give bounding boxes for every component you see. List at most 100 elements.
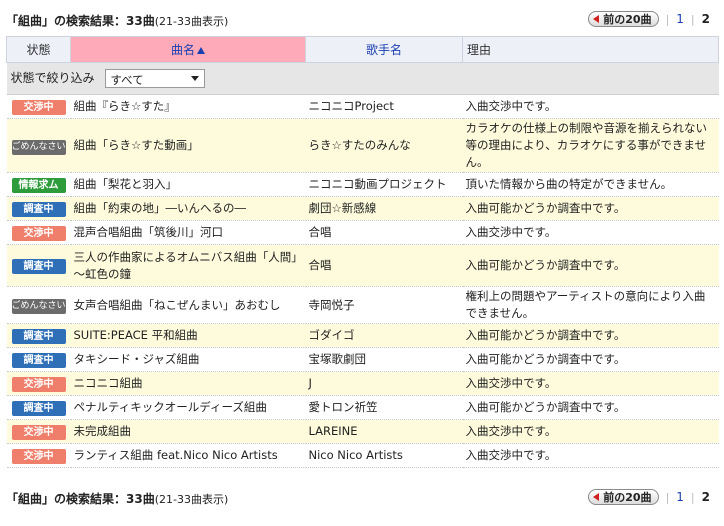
artist-cell: Nico Nico Artists [305,443,463,468]
reason-cell: 入曲可能かどうか調査中です。 [462,323,719,348]
pager-divider: | [665,12,670,26]
status-cell: 交渉中 [6,371,71,396]
filter-cell: 状態で絞り込み すべて [6,62,719,95]
status-cell: 調査中 [6,395,71,420]
status-cell: ごめんなさい [6,286,71,324]
table-row: ごめんなさい 女声合唱組曲「ねこぜんまい」あおむし 寺岡悦子 権利上の問題やアーティス… [6,286,719,324]
results-body: 交渉中 組曲『らき☆すた』 ニコニコProject 入曲交渉中です。 ごめんなさい 組曲「… [6,94,719,468]
status-filter-value: すべて [110,73,144,87]
prev-page-label: 前の20曲 [603,491,652,504]
prev-page-button[interactable]: 前の20曲 [588,11,659,27]
artist-cell: 合唱 [305,220,463,245]
artist-cell: J [305,371,463,396]
reason-cell: 入曲交渉中です。 [462,371,719,396]
table-row: 交渉中 未完成組曲 LAREINE 入曲交渉中です。 [6,419,719,444]
artist-cell: ニコニコ動画プロジェクト [305,172,463,197]
song-title-cell: 組曲「梨花と羽入」 [70,172,306,197]
reason-cell: 入曲可能かどうか調査中です。 [462,196,719,221]
status-badge: 調査中 [11,259,66,274]
column-header-artist-sort[interactable]: 歌手名 [305,36,463,63]
status-cell: 交渉中 [6,443,71,468]
results-table: 状態 曲名 歌手名 理由 状態で絞り込み すべて 交渉中 組曲『らき☆すた』 ニコニ… [6,36,719,468]
table-row: 調査中 組曲「約束の地」―いんへるの― 劇団☆新感線 入曲可能かどうか調査中です。 [6,196,719,221]
status-badge: 交渉中 [11,449,66,464]
status-cell: 調査中 [6,347,71,372]
chevron-down-icon [191,76,200,81]
reason-cell: 頂いた情報から曲の特定ができません。 [462,172,719,197]
song-title-cell: 三人の作曲家によるオムニバス組曲「人間」～虹色の鐘 [70,244,306,287]
reason-cell: 入曲交渉中です。 [462,419,719,444]
status-cell: 調査中 [6,323,71,348]
page-1-link[interactable]: 1 [676,490,684,504]
reason-cell: 入曲可能かどうか調査中です。 [462,395,719,420]
reason-cell: 入曲可能かどうか調査中です。 [462,244,719,287]
song-title-cell: 混声合唱組曲「筑後川」河口 [70,220,306,245]
reason-cell: カラオケの仕様上の制限や音源を揃えられない等の理由により、カラオケにする事ができ… [462,118,719,173]
status-badge: 交渉中 [11,425,66,440]
status-badge: 情報求ム [11,178,66,193]
artist-cell: 宝塚歌劇団 [305,347,463,372]
status-cell: 交渉中 [6,419,71,444]
table-row: ごめんなさい 組曲「らき☆すた動画」 らき☆すたのみんな カラオケの仕様上の制限や音源… [6,118,719,173]
status-cell: ごめんなさい [6,118,71,173]
status-cell: 情報求ム [6,172,71,197]
arrow-left-icon [593,15,600,23]
prev-page-button[interactable]: 前の20曲 [588,489,659,505]
status-cell: 交渉中 [6,220,71,245]
pager-divider: | [665,490,670,504]
filter-label: 状態で絞り込み [10,71,95,85]
song-title-cell: ペナルティキックオールディーズ組曲 [70,395,306,420]
status-badge: ごめんなさい [11,299,66,314]
artist-cell: 合唱 [305,244,463,287]
reason-cell: 入曲交渉中です。 [462,220,719,245]
table-row: 調査中 ペナルティキックオールディーズ組曲 愛トロン祈笠 入曲可能かどうか調査中です。 [6,395,719,420]
table-row: 交渉中 ニコニコ組曲 J 入曲交渉中です。 [6,371,719,396]
table-row: 調査中 タキシード・ジャズ組曲 宝塚歌劇団 入曲可能かどうか調査中です。 [6,347,719,372]
reason-cell: 権利上の問題やアーティストの意向により入曲できません。 [462,286,719,324]
table-row: 情報求ム 組曲「梨花と羽入」 ニコニコ動画プロジェクト 頂いた情報から曲の特定ができま… [6,172,719,197]
status-filter-select[interactable]: すべて [105,69,206,88]
song-title-cell: SUITE:PEACE 平和組曲 [70,323,306,348]
artist-cell: 愛トロン祈笠 [305,395,463,420]
status-badge: 交渉中 [11,377,66,392]
column-header-reason: 理由 [462,36,719,63]
artist-cell: らき☆すたのみんな [305,118,463,173]
table-row: 調査中 三人の作曲家によるオムニバス組曲「人間」～虹色の鐘 合唱 入曲可能かどうか調査… [6,244,719,287]
song-title-cell: 組曲「約束の地」―いんへるの― [70,196,306,221]
song-title-cell: タキシード・ジャズ組曲 [70,347,306,372]
status-badge: 調査中 [11,353,66,368]
results-count-text: 「組曲」の検索結果：33曲 [6,492,155,506]
reason-cell: 入曲可能かどうか調査中です。 [462,347,719,372]
status-cell: 調査中 [6,196,71,221]
artist-cell: ゴダイゴ [305,323,463,348]
artist-cell: ニコニコProject [305,94,463,119]
status-badge: 交渉中 [11,226,66,241]
reason-cell: 入曲交渉中です。 [462,443,719,468]
table-row: 交渉中 組曲『らき☆すた』 ニコニコProject 入曲交渉中です。 [6,94,719,119]
song-title-cell: 組曲『らき☆すた』 [70,94,306,119]
results-range-text: (21-33曲表示) [154,493,229,506]
results-title: 「組曲」の検索結果：33曲(21-33曲表示) [6,490,228,507]
table-row: 交渉中 混声合唱組曲「筑後川」河口 合唱 入曲交渉中です。 [6,220,719,245]
column-header-song-sort[interactable]: 曲名 [70,36,306,63]
table-header-row: 状態 曲名 歌手名 理由 [6,36,719,63]
table-row: 交渉中 ランティス組曲 feat.Nico Nico Artists Nico Ni… [6,443,719,468]
page-2-current: 2 [701,12,710,26]
status-badge: 調査中 [11,329,66,344]
status-badge: 調査中 [11,401,66,416]
pager-bottom: 前の20曲 | 1 | 2 [588,489,710,505]
artist-cell: LAREINE [305,419,463,444]
artist-cell: 劇団☆新感線 [305,196,463,221]
status-badge: 交渉中 [11,100,66,115]
results-count-text: 「組曲」の検索結果：33曲 [6,14,155,28]
sort-ascending-icon [197,47,205,54]
artist-cell: 寺岡悦子 [305,286,463,324]
pager-divider: | [690,12,695,26]
column-header-song-label: 曲名 [170,43,195,57]
page-1-link[interactable]: 1 [676,12,684,26]
song-title-cell: 女声合唱組曲「ねこぜんまい」あおむし [70,286,306,324]
pager-top: 前の20曲 | 1 | 2 [588,11,710,27]
status-badge: 調査中 [11,202,66,217]
status-cell: 交渉中 [6,94,71,119]
page-2-current: 2 [701,490,710,504]
